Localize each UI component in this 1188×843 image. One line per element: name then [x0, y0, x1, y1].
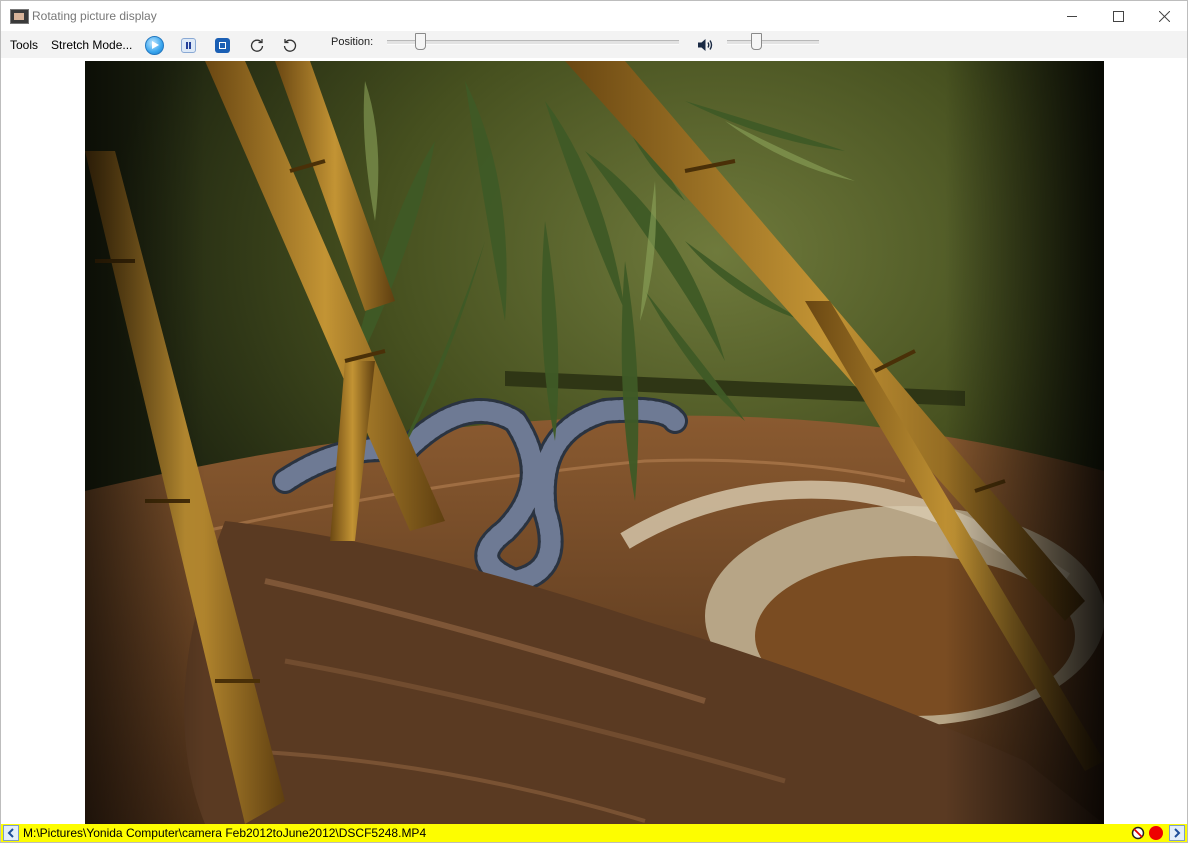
rotate-clockwise-button[interactable] — [247, 35, 267, 55]
minimize-icon — [1067, 15, 1077, 17]
window-title: Rotating picture display — [32, 9, 157, 23]
position-label: Position: — [331, 36, 374, 48]
speaker-icon — [698, 39, 713, 51]
volume-button[interactable] — [696, 35, 716, 55]
terrarium-video-image — [85, 61, 1104, 824]
app-icon — [10, 9, 29, 24]
next-button[interactable] — [1169, 825, 1185, 841]
stop-button[interactable] — [212, 35, 232, 55]
play-button[interactable] — [144, 35, 164, 55]
previous-button[interactable] — [3, 825, 19, 841]
title-bar[interactable]: Rotating picture display — [1, 1, 1187, 31]
maximize-button[interactable] — [1095, 1, 1141, 31]
menu-stretch-mode[interactable]: Stretch Mode... — [51, 38, 132, 52]
app-window: Rotating picture display Tools Stretch M… — [0, 0, 1188, 843]
pause-button[interactable] — [178, 35, 198, 55]
rotate-clockwise-icon — [250, 39, 264, 52]
volume-slider-track — [727, 40, 819, 45]
menu-tools[interactable]: Tools — [10, 38, 38, 52]
record-icon[interactable] — [1149, 826, 1163, 840]
volume-slider-thumb[interactable] — [751, 33, 762, 50]
video-area — [1, 58, 1187, 824]
minimize-button[interactable] — [1049, 1, 1095, 31]
video-frame[interactable] — [85, 61, 1104, 824]
close-icon — [1158, 10, 1170, 22]
file-path: M:\Pictures\Yonida Computer\camera Feb20… — [23, 826, 427, 840]
rotate-counterclockwise-button[interactable] — [280, 35, 300, 55]
status-bar: M:\Pictures\Yonida Computer\camera Feb20… — [1, 824, 1187, 842]
position-slider[interactable] — [387, 32, 679, 52]
rotate-counterclockwise-icon — [283, 39, 297, 52]
toolbar: Tools Stretch Mode... Position: — [1, 31, 1187, 58]
maximize-icon — [1112, 10, 1124, 22]
chevron-left-icon — [7, 828, 14, 838]
position-slider-track — [387, 40, 679, 45]
prohibited-icon — [1131, 826, 1145, 840]
close-button[interactable] — [1141, 1, 1187, 31]
position-slider-thumb[interactable] — [415, 33, 426, 50]
pause-icon — [180, 37, 196, 53]
prohibited-button[interactable] — [1131, 826, 1145, 840]
chevron-right-icon — [1174, 828, 1181, 838]
stop-icon — [214, 37, 230, 53]
volume-slider[interactable] — [727, 32, 819, 52]
play-icon — [144, 35, 164, 55]
